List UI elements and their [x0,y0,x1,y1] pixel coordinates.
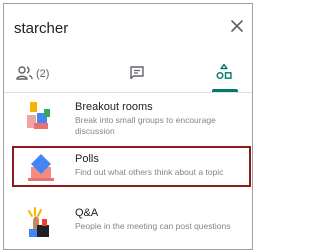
activity-title: Breakout rooms [75,101,153,113]
qa-icon [26,207,54,237]
close-button[interactable] [227,16,247,36]
activity-description: Find out what others think about a topic [75,167,224,177]
activities-panel: starcher (2) Breakout rooms Break into s… [3,3,253,250]
breakout-rooms-icon [26,101,54,129]
people-icon [16,66,33,80]
panel-title: starcher [14,20,69,37]
activity-qa[interactable]: Q&A People in the meeting can post quest… [4,199,252,247]
tab-activities[interactable] [196,56,254,92]
activities-icon [216,63,232,79]
activity-polls[interactable]: Polls Find out what others think about a… [4,145,252,193]
activity-title: Polls [75,153,99,165]
polls-icon [26,153,54,181]
close-icon [231,20,243,32]
tab-bar: (2) [4,56,252,93]
tab-people[interactable]: (2) [12,56,70,92]
activity-title: Q&A [75,207,99,219]
chat-icon [130,66,144,80]
people-count: (2) [36,68,50,80]
activity-breakout-rooms[interactable]: Breakout rooms Break into small groups t… [4,93,252,141]
activity-description: People in the meeting can post questions [75,221,231,231]
tab-selected-indicator [212,89,238,92]
tab-chat[interactable] [108,56,166,92]
activity-description: Break into small groups to encourage dis… [75,115,216,136]
